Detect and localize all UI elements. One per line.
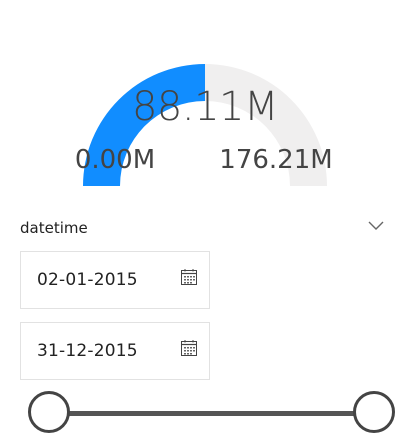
slicer-title: datetime: [20, 219, 88, 237]
gauge-value-label: 88.11M: [131, 84, 279, 130]
start-date-field[interactable]: 02-01-2015: [20, 251, 210, 309]
gauge-min-label: 0.00M: [74, 145, 156, 175]
slider-track[interactable]: [48, 411, 354, 416]
slicer-header: datetime: [20, 210, 400, 240]
calendar-icon[interactable]: [180, 268, 198, 286]
end-date-value[interactable]: 31-12-2015: [37, 341, 138, 361]
date-range-slider[interactable]: [0, 386, 400, 442]
chevron-down-icon[interactable]: [367, 218, 385, 232]
end-date-field[interactable]: 31-12-2015: [20, 322, 210, 380]
gauge-max-label: 176.21M: [219, 145, 333, 175]
slider-end-handle[interactable]: [353, 391, 395, 433]
slider-start-handle[interactable]: [28, 391, 70, 433]
calendar-icon[interactable]: [180, 339, 198, 357]
start-date-value[interactable]: 02-01-2015: [37, 270, 138, 290]
